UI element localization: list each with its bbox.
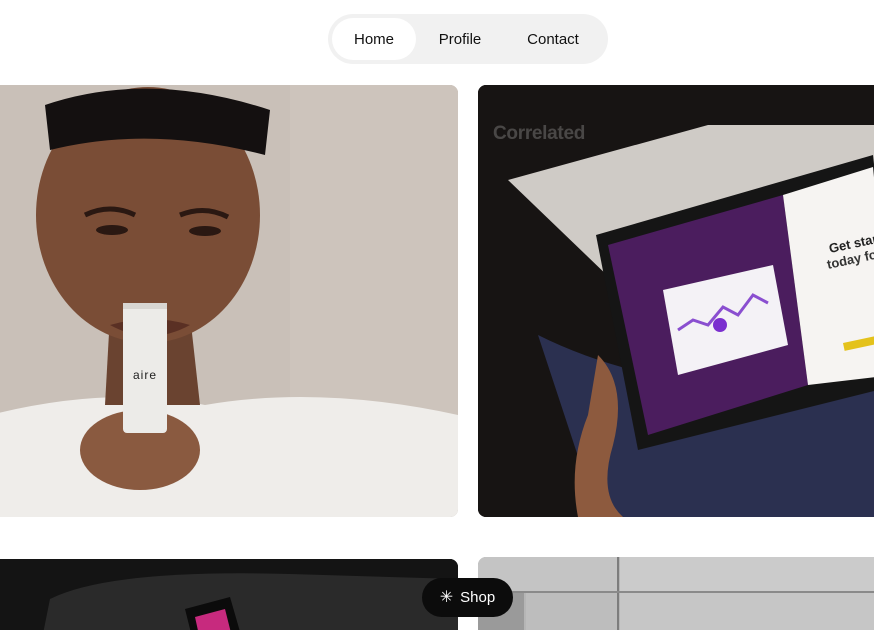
project-title: Correlated (493, 123, 586, 144)
bottle-label: aire (133, 368, 157, 382)
project-card-leather[interactable] (0, 559, 458, 630)
project-image-leather (0, 559, 458, 630)
asterisk-icon: ✳ (439, 588, 454, 606)
nav-home[interactable]: Home (332, 18, 416, 60)
nav-contact[interactable]: Contact (504, 18, 602, 60)
shop-button[interactable]: ✳ Shop (422, 578, 513, 617)
project-card-aire[interactable]: aire (0, 85, 458, 517)
nav-profile[interactable]: Profile (416, 18, 504, 60)
main-nav: Home Profile Contact (328, 14, 608, 64)
project-image-correlated: Get starte today for (478, 85, 874, 517)
shop-label: Shop (460, 589, 496, 606)
project-image-steel (478, 557, 874, 630)
project-card-steel[interactable] (478, 557, 874, 630)
project-card-correlated[interactable]: Get starte today for Correlated (478, 85, 874, 517)
project-image-aire: aire (0, 85, 458, 517)
